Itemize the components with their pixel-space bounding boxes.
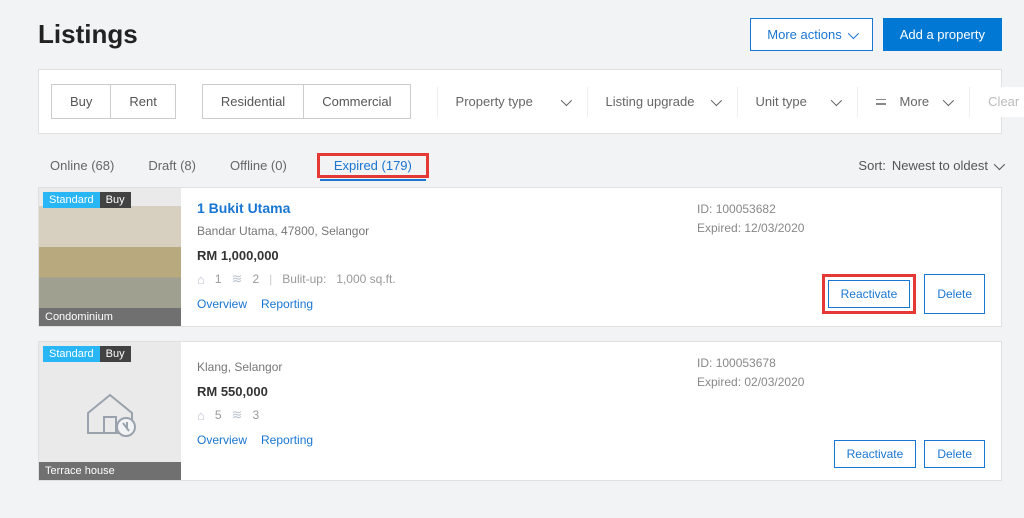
baths-count: 3 <box>252 408 259 422</box>
thumbnail-category: Condominium <box>39 308 181 326</box>
filter-unit-type[interactable]: Unit type <box>737 87 857 117</box>
expired-label: Expired: <box>697 221 741 235</box>
listing-row: Standard Buy Terrace house Klang, Selang… <box>38 341 1002 481</box>
bed-icon: ⌂ <box>197 272 205 287</box>
filter-unit-type-label: Unit type <box>756 94 807 109</box>
listing-address: Klang, Selangor <box>197 360 665 374</box>
listing-address: Bandar Utama, 47800, Selangor <box>197 224 665 238</box>
chevron-down-icon <box>560 94 571 105</box>
listing-row: Standard Buy Condominium 1 Bukit Utama B… <box>38 187 1002 327</box>
more-actions-button[interactable]: More actions <box>750 18 872 51</box>
badge-tier: Standard <box>43 192 100 208</box>
delete-button[interactable]: Delete <box>924 440 985 468</box>
expired-date: 02/03/2020 <box>744 375 804 389</box>
filter-listing-upgrade[interactable]: Listing upgrade <box>587 87 737 117</box>
reactivate-button[interactable]: Reactivate <box>828 280 911 308</box>
filter-property-type-label: Property type <box>456 94 533 109</box>
segment-buy[interactable]: Buy <box>52 85 110 118</box>
beds-count: 5 <box>215 408 222 422</box>
delete-button[interactable]: Delete <box>924 274 985 314</box>
tabs-row: Online (68) Draft (8) Offline (0) Expire… <box>0 134 1024 187</box>
bath-icon: ≋ <box>232 271 243 287</box>
filter-clear[interactable]: Clear <box>969 87 1024 117</box>
baths-count: 2 <box>252 272 259 286</box>
filter-clear-label: Clear <box>988 94 1019 109</box>
listing-id: 100053682 <box>716 202 776 216</box>
expired-date: 12/03/2020 <box>744 221 804 235</box>
overview-link[interactable]: Overview <box>197 297 247 311</box>
add-property-button[interactable]: Add a property <box>883 18 1002 51</box>
filters-bar: Buy Rent Residential Commercial Property… <box>38 69 1002 134</box>
page-title: Listings <box>38 19 138 50</box>
segment-res-com: Residential Commercial <box>202 84 411 119</box>
tab-draft[interactable]: Draft (8) <box>144 152 200 179</box>
segment-residential[interactable]: Residential <box>203 85 303 118</box>
filter-listing-upgrade-label: Listing upgrade <box>606 94 695 109</box>
builtup-label: Bulit-up: <box>282 272 326 286</box>
separator: | <box>269 272 272 286</box>
chevron-down-icon <box>994 158 1005 169</box>
beds-count: 1 <box>215 272 222 286</box>
reactivate-highlight: Reactivate <box>822 274 917 314</box>
badge-tier: Standard <box>43 346 100 362</box>
more-actions-label: More actions <box>767 27 841 42</box>
listing-thumbnail[interactable]: Standard Buy Terrace house <box>39 342 181 480</box>
id-label: ID: <box>697 202 712 216</box>
filter-more-label: More <box>900 94 930 109</box>
sliders-icon <box>876 98 886 106</box>
sort-value: Newest to oldest <box>892 158 988 173</box>
house-placeholder-icon <box>39 342 181 480</box>
tab-offline[interactable]: Offline (0) <box>226 152 291 179</box>
listing-id: 100053678 <box>716 356 776 370</box>
reporting-link[interactable]: Reporting <box>261 433 313 447</box>
listing-price: RM 550,000 <box>197 384 665 399</box>
chevron-down-icon <box>830 94 841 105</box>
listing-price: RM 1,000,000 <box>197 248 665 263</box>
filter-more[interactable]: More <box>857 87 970 117</box>
overview-link[interactable]: Overview <box>197 433 247 447</box>
filter-property-type[interactable]: Property type <box>437 87 587 117</box>
tab-expired[interactable]: Expired (179) <box>320 152 426 181</box>
chevron-down-icon <box>847 27 858 38</box>
tab-expired-highlight: Expired (179) <box>317 153 429 178</box>
id-label: ID: <box>697 356 712 370</box>
segment-rent[interactable]: Rent <box>110 85 174 118</box>
sort-dropdown[interactable]: Sort: Newest to oldest <box>858 158 1002 173</box>
segment-buy-rent: Buy Rent <box>51 84 176 119</box>
badge-type: Buy <box>100 192 131 208</box>
thumbnail-category: Terrace house <box>39 462 181 480</box>
chevron-down-icon <box>943 94 954 105</box>
expired-label: Expired: <box>697 375 741 389</box>
reporting-link[interactable]: Reporting <box>261 297 313 311</box>
reactivate-button[interactable]: Reactivate <box>834 440 917 468</box>
listing-thumbnail[interactable]: Standard Buy Condominium <box>39 188 181 326</box>
tab-online[interactable]: Online (68) <box>46 152 118 179</box>
chevron-down-icon <box>710 94 721 105</box>
badge-type: Buy <box>100 346 131 362</box>
segment-commercial[interactable]: Commercial <box>303 85 409 118</box>
sort-label: Sort: <box>858 158 885 173</box>
builtup-value: 1,000 sq.ft. <box>336 272 395 286</box>
bath-icon: ≋ <box>232 407 243 423</box>
listing-title[interactable]: 1 Bukit Utama <box>197 200 665 216</box>
bed-icon: ⌂ <box>197 408 205 423</box>
